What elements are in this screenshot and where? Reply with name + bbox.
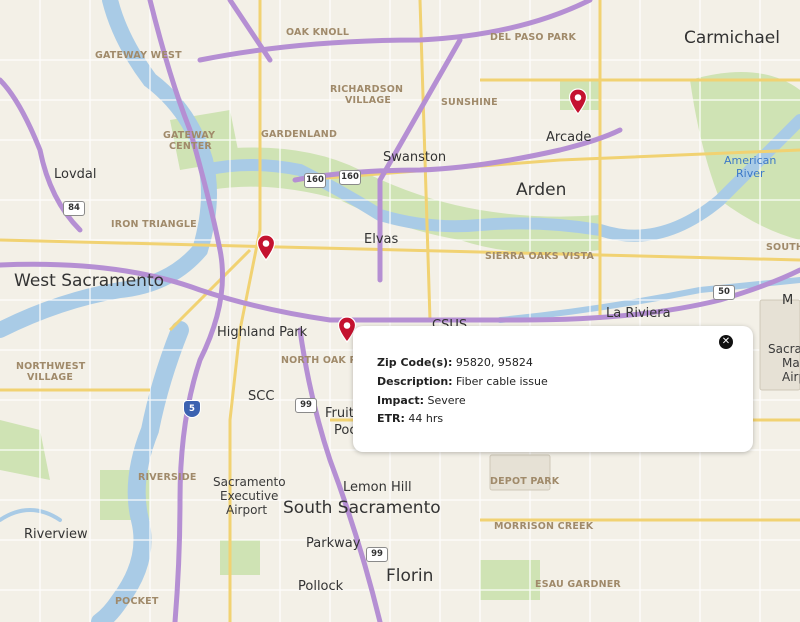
place-label: Airport	[226, 503, 268, 517]
map-marker-icon[interactable]	[568, 88, 588, 116]
zip-code-value: 95820, 95824	[455, 356, 533, 369]
place-label: Executive	[220, 489, 279, 503]
place-label: Pollock	[298, 579, 344, 594]
place-label: SCC	[248, 389, 275, 404]
route-shield-84: 84	[63, 201, 85, 216]
outage-info-popup: ✕ Zip Code(s): 95820, 95824 Description:…	[353, 326, 753, 452]
route-shield-99: 99	[366, 547, 388, 562]
neighborhood-label: SUNSHINE	[441, 97, 498, 108]
impact-row: Impact: Severe	[377, 394, 466, 407]
map-canvas[interactable]: Carmichael Arden West Sacramento South S…	[0, 0, 800, 622]
etr-row: ETR: 44 hrs	[377, 412, 443, 425]
city-label: West Sacramento	[14, 271, 165, 291]
route-shield-160: 160	[304, 173, 326, 188]
city-label: Florin	[386, 566, 434, 586]
neighborhood-label: GARDENLAND	[261, 129, 338, 140]
place-label: Sacrar	[768, 342, 800, 356]
neighborhood-label: VILLAGE	[27, 372, 74, 383]
city-label: Carmichael	[684, 28, 780, 48]
place-label: Airp	[782, 370, 800, 384]
neighborhood-label: POCKET	[115, 596, 159, 607]
route-shield-99: 99	[295, 398, 317, 413]
zip-code-row: Zip Code(s): 95820, 95824	[377, 356, 533, 369]
neighborhood-label: SIERRA OAKS VISTA	[485, 251, 595, 262]
neighborhood-label: ESAU GARDNER	[535, 579, 621, 590]
zip-code-label: Zip Code(s):	[377, 356, 453, 369]
place-label: Sacramento	[213, 475, 286, 489]
neighborhood-label: CENTER	[169, 141, 212, 152]
place-label: Arcade	[546, 130, 592, 145]
city-label: Arden	[516, 180, 567, 200]
interstate-5-shield: 5	[183, 400, 201, 418]
etr-label: ETR:	[377, 412, 405, 425]
place-label: Parkway	[306, 536, 361, 551]
neighborhood-label: GATEWAY	[163, 130, 216, 141]
neighborhood-label: RICHARDSON	[330, 84, 404, 95]
neighborhood-label: RIVERSIDE	[138, 472, 197, 483]
neighborhood-label: NORTH OAK PA	[281, 355, 364, 366]
neighborhood-label: DEPOT PARK	[490, 476, 560, 487]
description-label: Description:	[377, 375, 453, 388]
impact-label: Impact:	[377, 394, 425, 407]
place-label: Fruit	[325, 406, 354, 421]
neighborhood-label: DEL PASO PARK	[490, 32, 577, 43]
neighborhood-label: MORRISON CREEK	[494, 521, 594, 532]
neighborhood-label: OAK KNOLL	[286, 27, 350, 38]
etr-value: 44 hrs	[408, 412, 444, 425]
place-label: Elvas	[364, 232, 399, 247]
neighborhood-label: IRON TRIANGLE	[111, 219, 197, 230]
neighborhood-label: NORTHWEST	[16, 361, 86, 372]
place-label: Riverview	[24, 527, 88, 542]
route-shield-160: 160	[339, 170, 361, 185]
place-label: Lemon Hill	[343, 480, 412, 495]
city-label: South Sacramento	[283, 498, 441, 518]
neighborhood-label: VILLAGE	[345, 95, 392, 106]
route-shield-50: 50	[713, 285, 735, 300]
place-label: Ma	[782, 356, 800, 370]
description-value: Fiber cable issue	[456, 375, 548, 388]
place-label: Swanston	[383, 150, 447, 165]
map-marker-icon[interactable]	[256, 234, 276, 262]
place-label: Lovdal	[54, 167, 97, 182]
river-label: American	[724, 154, 777, 167]
impact-value: Severe	[427, 394, 466, 407]
place-label: La Riviera	[606, 306, 671, 321]
description-row: Description: Fiber cable issue	[377, 375, 548, 388]
place-label: M	[782, 293, 794, 308]
place-label: Highland Park	[217, 325, 308, 340]
neighborhood-label: GATEWAY WEST	[95, 50, 182, 61]
river-label: River	[736, 167, 765, 180]
close-icon[interactable]: ✕	[719, 335, 733, 349]
neighborhood-label: SOUTH	[766, 242, 800, 253]
